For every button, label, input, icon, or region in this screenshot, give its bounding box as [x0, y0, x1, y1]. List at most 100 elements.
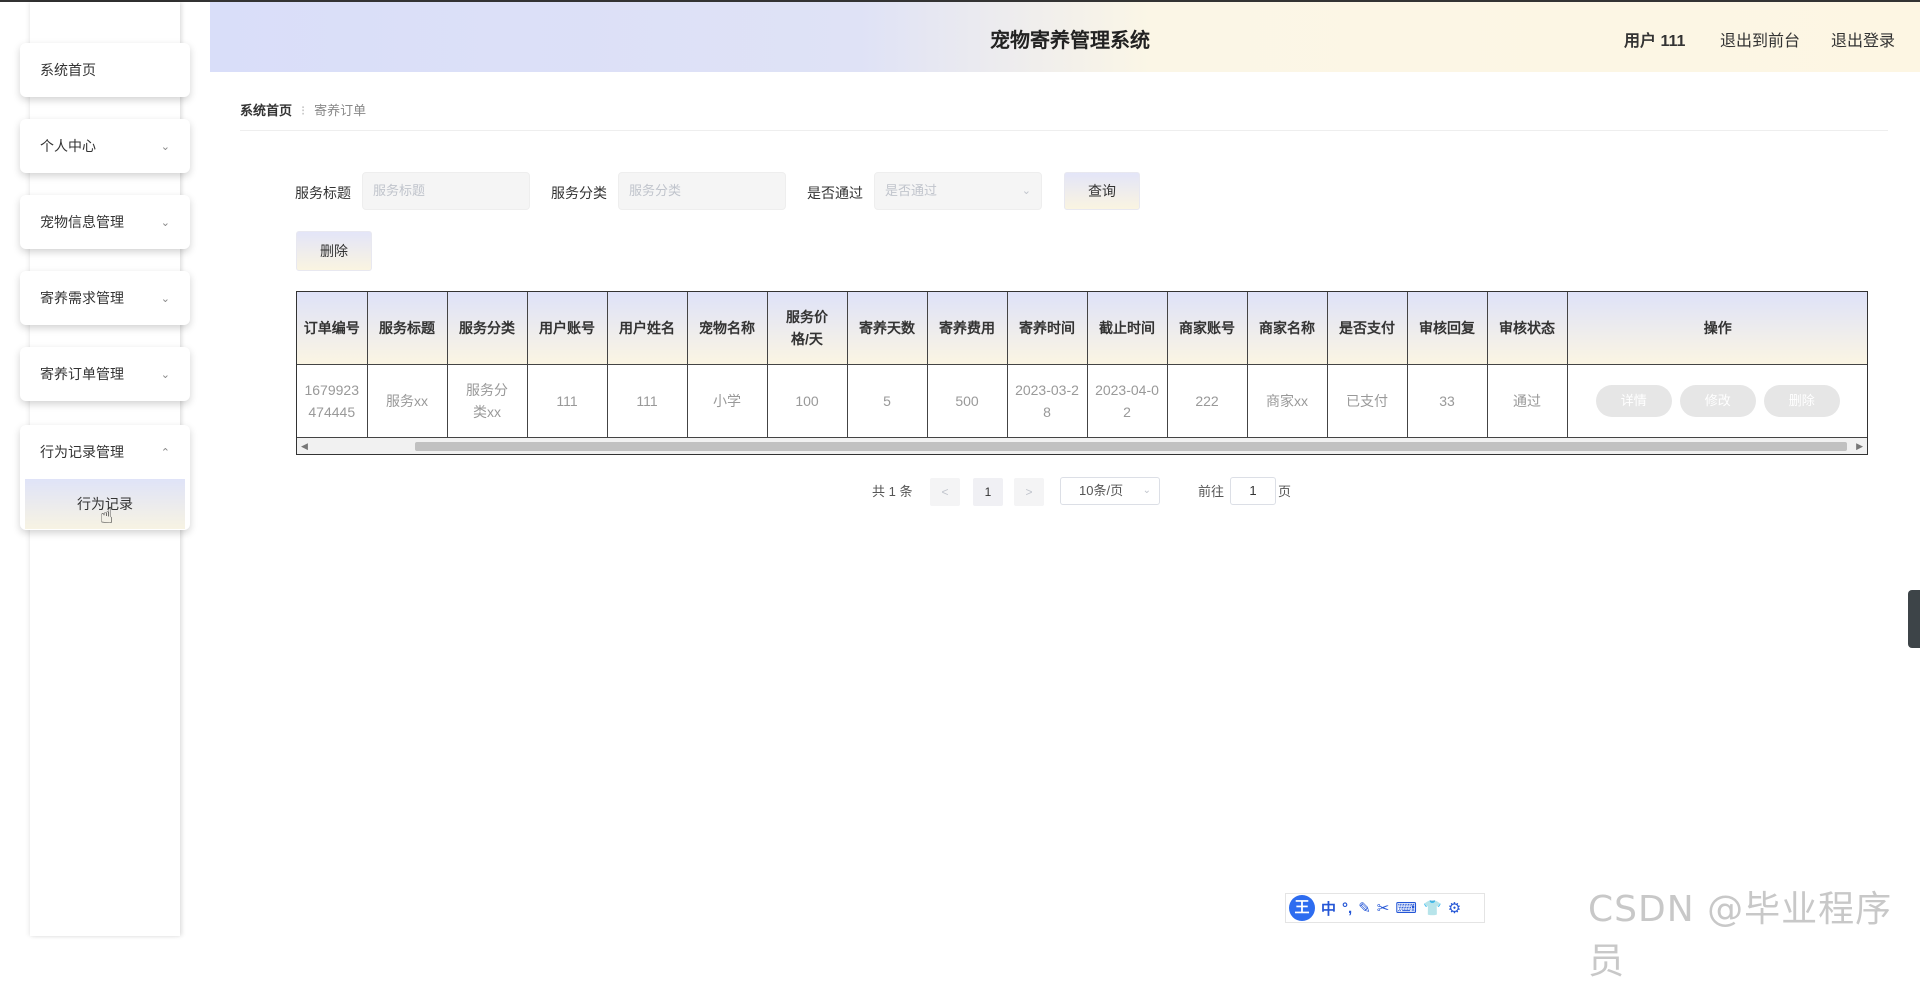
cell-pet-name: 小学 [687, 364, 768, 437]
goto-page-input[interactable]: 1 [1230, 477, 1276, 505]
cell-order-no: 1679923474445 [297, 364, 368, 437]
col-header: 截止时间 [1087, 292, 1168, 365]
side-panel-handle[interactable] [1908, 590, 1920, 648]
sidebar-item-label: 系统首页 [40, 62, 96, 78]
scroll-left-icon[interactable]: ◀ [301, 438, 308, 454]
goto-label: 前往 [1198, 484, 1225, 499]
col-header: 服务标题 [367, 292, 448, 365]
page-size-select[interactable]: 10条/页 ⌄ [1060, 477, 1160, 505]
ime-logo-icon[interactable]: 王 [1289, 895, 1315, 921]
page-unit-label: 页 [1278, 484, 1292, 499]
scrollbar-thumb[interactable] [415, 442, 1847, 451]
next-page-button[interactable]: > [1014, 478, 1044, 506]
table-row: 1679923474445 服务xx 服务分类xx 111 111 小学 100… [297, 364, 1867, 438]
cell-merchant-name: 商家xx [1247, 364, 1328, 437]
cell-actions: 详情 修改 删除 [1567, 365, 1867, 438]
title-input[interactable]: 服务标题 [362, 172, 530, 210]
breadcrumb-home[interactable]: 系统首页 [240, 103, 292, 118]
sidebar-item-profile[interactable]: 个人中心 ⌄ [20, 119, 190, 173]
chevron-down-icon: ⌄ [160, 292, 170, 305]
page-size-value: 10条/页 [1079, 483, 1124, 498]
col-header: 用户姓名 [607, 292, 688, 365]
ime-pen-icon[interactable]: ✎ [1358, 899, 1371, 917]
scroll-right-icon[interactable]: ▶ [1856, 438, 1863, 454]
col-header: 宠物名称 [687, 292, 768, 365]
breadcrumb: 系统首页 ⁝ 寄养订单 [240, 100, 366, 119]
category-label: 服务分类 [551, 185, 607, 201]
cell-service-title: 服务xx [367, 364, 448, 437]
cell-days: 5 [847, 364, 928, 437]
ime-settings-icon[interactable]: ⚙ [1448, 899, 1461, 917]
col-header: 用户账号 [527, 292, 608, 365]
col-header: 服务价格/天 [767, 292, 848, 365]
cell-review-reply: 33 [1407, 364, 1488, 437]
edit-button[interactable]: 修改 [1679, 385, 1756, 417]
ime-scissors-icon[interactable]: ✂ [1377, 899, 1390, 917]
col-header: 审核状态 [1487, 292, 1568, 365]
col-header: 操作 [1567, 292, 1867, 365]
top-header: 宠物寄养管理系统 用户 111 退出到前台 退出登录 [210, 2, 1920, 72]
chevron-up-icon: ⌃ [160, 446, 170, 459]
cell-paid: 已支付 [1327, 364, 1408, 437]
query-button[interactable]: 查询 [1064, 172, 1140, 210]
current-user: 用户 111 [1624, 33, 1686, 50]
batch-delete-button[interactable]: 删除 [296, 231, 372, 271]
chevron-down-icon: ⌄ [160, 140, 170, 153]
sidebar-item-label: 行为记录管理 [40, 444, 124, 460]
cell-user-name: 111 [607, 364, 688, 437]
exit-to-front-link[interactable]: 退出到前台 [1720, 27, 1800, 51]
cell-service-category: 服务分类xx [447, 364, 528, 437]
cell-price: 100 [767, 364, 848, 437]
pass-label: 是否通过 [807, 185, 863, 201]
sidebar-item-behavior-management[interactable]: 行为记录管理 ⌃ [20, 425, 190, 479]
sidebar-item-pet-info[interactable]: 宠物信息管理 ⌄ [20, 195, 190, 249]
horizontal-scrollbar[interactable]: ◀ ▶ [297, 437, 1867, 454]
ime-chinese-icon[interactable]: 中 [1321, 898, 1336, 919]
cell-end-date: 2023-04-02 [1087, 364, 1168, 437]
prev-page-button[interactable]: < [930, 478, 960, 506]
col-header: 寄养时间 [1007, 292, 1088, 365]
ime-punctuation-icon[interactable]: °, [1342, 900, 1352, 917]
chevron-down-icon: ⌄ [1142, 485, 1151, 496]
sidebar-item-boarding-order[interactable]: 寄养订单管理 ⌄ [20, 347, 190, 401]
sidebar-item-label: 个人中心 [40, 138, 96, 154]
cell-fee: 500 [927, 364, 1008, 437]
ime-toolbar: 王 中 °, ✎ ✂ ⌨ 👕 ⚙ [1285, 893, 1485, 923]
chevron-down-icon: ⌄ [1021, 185, 1031, 197]
chevron-down-icon: ⌄ [160, 216, 170, 229]
col-header: 订单编号 [297, 292, 368, 365]
breadcrumb-separator: ⁝ [301, 103, 306, 118]
breadcrumb-current: 寄养订单 [314, 103, 367, 118]
col-header: 服务分类 [447, 292, 528, 365]
title-label: 服务标题 [295, 185, 351, 201]
pass-select[interactable]: 是否通过 ⌄ [874, 172, 1042, 210]
col-header: 商家名称 [1247, 292, 1328, 365]
pass-select-placeholder: 是否通过 [885, 183, 938, 198]
logout-link[interactable]: 退出登录 [1831, 27, 1895, 51]
col-header: 审核回复 [1407, 292, 1488, 365]
col-header: 是否支付 [1327, 292, 1408, 365]
sidebar-item-boarding-demand[interactable]: 寄养需求管理 ⌄ [20, 271, 190, 325]
hand-cursor-icon: ☝ [100, 503, 114, 528]
sidebar-item-home[interactable]: 系统首页 [20, 43, 190, 97]
cell-user-account: 111 [527, 364, 608, 437]
sidebar-item-label: 宠物信息管理 [40, 214, 124, 230]
detail-button[interactable]: 详情 [1595, 385, 1672, 417]
delete-button[interactable]: 删除 [1763, 385, 1840, 417]
cell-review-status: 通过 [1487, 364, 1568, 437]
col-header: 寄养费用 [927, 292, 1008, 365]
col-header: 商家账号 [1167, 292, 1248, 365]
page-1-button[interactable]: 1 [973, 478, 1003, 506]
pagination-total: 共 1 条 [872, 484, 913, 499]
ime-skin-icon[interactable]: 👕 [1423, 899, 1442, 917]
orders-table: 订单编号 服务标题 服务分类 用户账号 用户姓名 宠物名称 服务价格/天 寄养天… [296, 291, 1868, 455]
ime-keyboard-icon[interactable]: ⌨ [1395, 899, 1417, 917]
sidebar-item-label: 寄养需求管理 [40, 290, 124, 306]
category-input[interactable]: 服务分类 [618, 172, 786, 210]
col-header: 寄养天数 [847, 292, 928, 365]
table-header-row: 订单编号 服务标题 服务分类 用户账号 用户姓名 宠物名称 服务价格/天 寄养天… [297, 292, 1867, 365]
chevron-down-icon: ⌄ [160, 368, 170, 381]
cell-merchant-account: 222 [1167, 364, 1248, 437]
sidebar-item-label: 寄养订单管理 [40, 366, 124, 382]
csdn-watermark: CSDN @毕业程序员 [1588, 889, 1893, 982]
